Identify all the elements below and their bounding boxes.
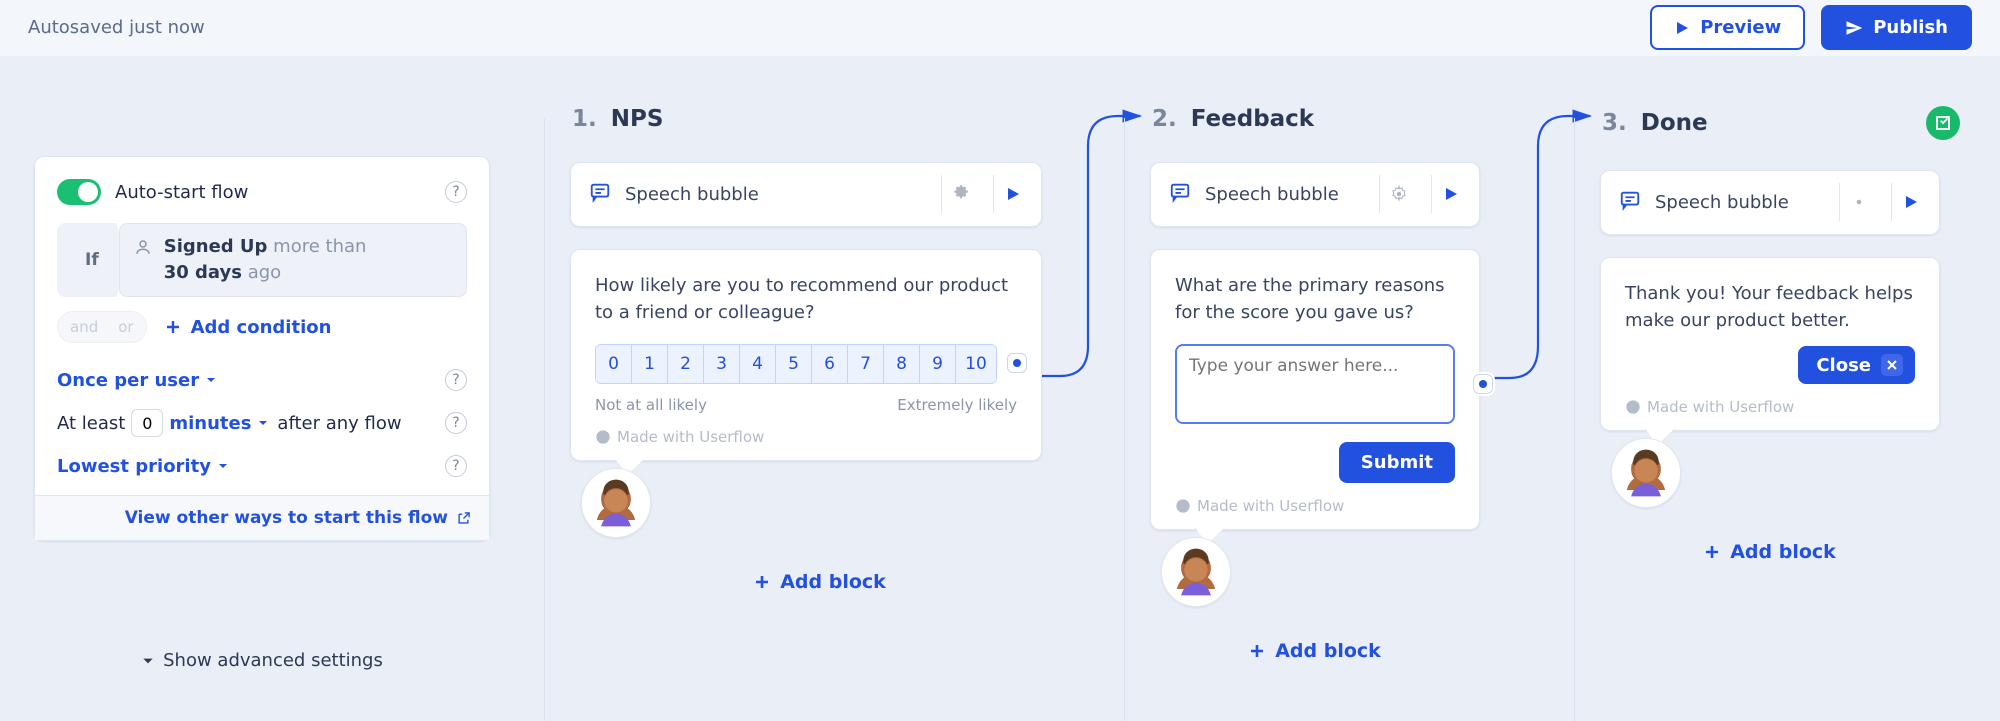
step-title[interactable]: Done: [1641, 110, 1708, 136]
preview-bubble: How likely are you to recommend our prod…: [570, 249, 1042, 461]
preview-button[interactable]: Preview: [1650, 5, 1805, 50]
nps-question: How likely are you to recommend our prod…: [595, 272, 1017, 326]
topbar: Autosaved just now Preview Publish: [0, 0, 2000, 56]
made-with-label: Made with Userflow: [1175, 497, 1455, 515]
feedback-question: What are the primary reasons for the sco…: [1175, 272, 1455, 326]
step-title[interactable]: NPS: [611, 106, 664, 132]
chevron-down-icon: [141, 654, 155, 668]
plus-icon: [165, 319, 181, 335]
autosave-status: Autosaved just now: [28, 17, 205, 38]
preview-bubble: Thank you! Your feedback helps make our …: [1600, 257, 1940, 431]
speech-bubble-icon: [1169, 181, 1191, 207]
chevron-down-icon: [217, 460, 229, 472]
step-done: 3. Done Speech bubble Thank you! Your fe…: [1600, 102, 1960, 563]
speech-bubble-icon: [589, 181, 611, 207]
chevron-down-icon: [257, 417, 269, 429]
userflow-icon: [1625, 399, 1641, 415]
gear-icon[interactable]: [1839, 183, 1877, 221]
delay-input[interactable]: [131, 409, 163, 437]
priority-dropdown[interactable]: Lowest priority: [57, 456, 229, 477]
connector-node[interactable]: [1007, 353, 1027, 373]
block-card[interactable]: Speech bubble: [1600, 170, 1940, 235]
connector-node[interactable]: [1473, 374, 1493, 394]
play-icon: [1674, 20, 1690, 36]
and-or-toggle[interactable]: and or: [57, 311, 147, 343]
close-button[interactable]: Close: [1798, 346, 1915, 384]
done-badge-icon: [1926, 106, 1960, 140]
condition-row[interactable]: If Signed Up more than 30 days ago: [57, 223, 467, 297]
plus-icon: [754, 574, 770, 590]
publish-label: Publish: [1873, 17, 1948, 38]
preview-label: Preview: [1700, 17, 1781, 38]
step-nps: 1.NPS Speech bubble How likely are you t…: [570, 102, 1070, 593]
autostart-toggle[interactable]: [57, 179, 101, 205]
plus-icon: [1249, 643, 1265, 659]
send-icon: [1845, 19, 1863, 37]
submit-button[interactable]: Submit: [1339, 442, 1455, 483]
frequency-dropdown[interactable]: Once per user: [57, 370, 217, 391]
block-card[interactable]: Speech bubble: [1150, 162, 1480, 227]
avatar: [1161, 537, 1231, 607]
plus-icon: [1704, 544, 1720, 560]
flow-settings-panel: Auto-start flow ? If Signed Up more than…: [34, 156, 490, 541]
done-message: Thank you! Your feedback helps make our …: [1625, 280, 1915, 334]
nps-scale[interactable]: 012345678910: [595, 344, 997, 384]
step-feedback: 2.Feedback Speech bubble What are the pr…: [1150, 102, 1510, 662]
play-icon[interactable]: [993, 175, 1031, 213]
speech-bubble-icon: [1619, 189, 1641, 215]
show-advanced-button[interactable]: Show advanced settings: [34, 650, 490, 671]
help-icon[interactable]: ?: [445, 412, 467, 434]
user-icon: [134, 238, 152, 264]
add-block-button[interactable]: Add block: [1150, 640, 1480, 662]
if-badge: If: [57, 223, 127, 297]
help-icon[interactable]: ?: [445, 181, 467, 203]
play-icon[interactable]: [1431, 175, 1469, 213]
other-ways-link[interactable]: View other ways to start this flow: [125, 508, 471, 528]
publish-button[interactable]: Publish: [1821, 5, 1972, 50]
made-with-label: Made with Userflow: [595, 428, 1017, 446]
step-title[interactable]: Feedback: [1191, 106, 1314, 132]
add-block-button[interactable]: Add block: [1600, 541, 1940, 563]
avatar: [581, 468, 651, 538]
add-block-button[interactable]: Add block: [570, 571, 1070, 593]
help-icon[interactable]: ?: [445, 369, 467, 391]
atleast-label: At least: [57, 413, 125, 434]
block-card[interactable]: Speech bubble: [570, 162, 1042, 227]
close-icon: [1881, 354, 1903, 376]
chevron-down-icon: [205, 374, 217, 386]
external-link-icon: [456, 511, 471, 526]
play-icon[interactable]: [1891, 183, 1929, 221]
autostart-label: Auto-start flow: [115, 182, 248, 203]
help-icon[interactable]: ?: [445, 455, 467, 477]
feedback-input[interactable]: [1175, 344, 1455, 424]
userflow-icon: [595, 429, 611, 445]
flow-canvas[interactable]: Auto-start flow ? If Signed Up more than…: [0, 56, 2000, 721]
afterany-label: after any flow: [277, 413, 401, 434]
preview-bubble: What are the primary reasons for the sco…: [1150, 249, 1480, 530]
unit-dropdown[interactable]: minutes: [169, 413, 269, 434]
add-condition-button[interactable]: Add condition: [165, 317, 332, 338]
gear-icon[interactable]: [941, 175, 979, 213]
userflow-icon: [1175, 498, 1191, 514]
gear-icon[interactable]: [1379, 175, 1417, 213]
made-with-label: Made with Userflow: [1625, 398, 1915, 416]
avatar: [1611, 438, 1681, 508]
